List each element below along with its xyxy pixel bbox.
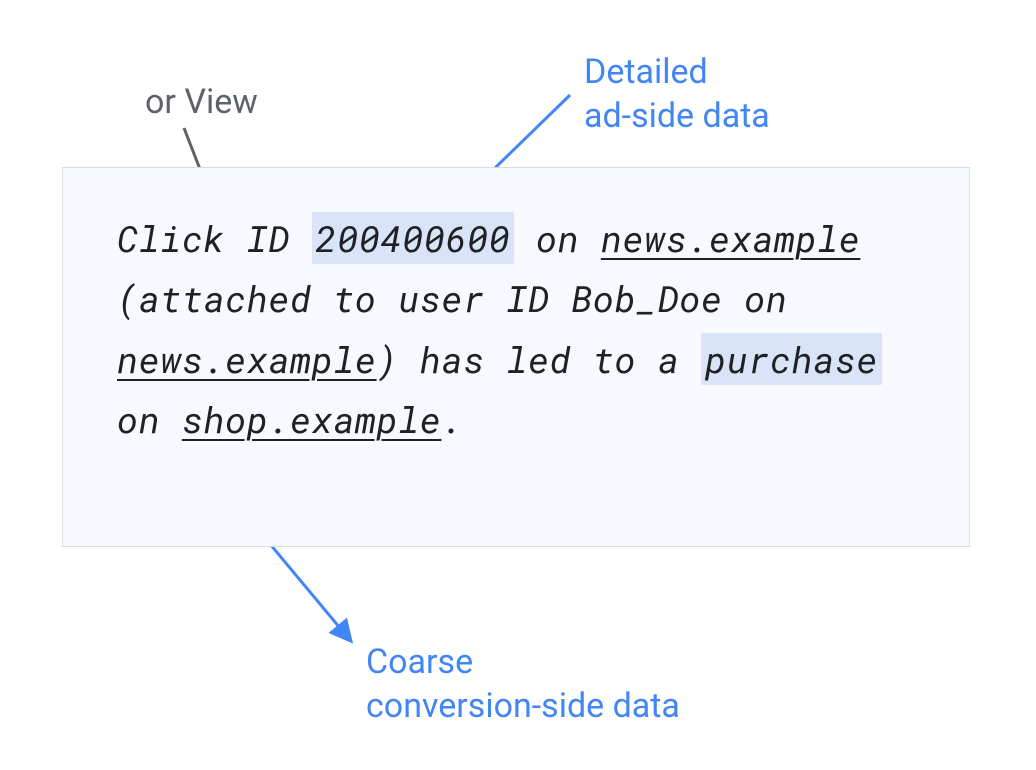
text-fragment: Click ID bbox=[117, 214, 312, 262]
link-shop-example: shop.example bbox=[182, 395, 442, 443]
highlight-click-id: 200400600 bbox=[312, 212, 515, 264]
example-box: Click ID 200400600 on news.example (atta… bbox=[62, 167, 970, 547]
example-text: Click ID 200400600 on news.example (atta… bbox=[117, 208, 925, 450]
annotation-line: Coarse bbox=[366, 642, 473, 682]
annotation-coarse-conversion-side: Coarse conversion-side data bbox=[366, 640, 680, 728]
annotation-line: conversion-side data bbox=[366, 686, 680, 726]
text-fragment: ) has led to a bbox=[377, 335, 701, 383]
link-news-example-b: news.example bbox=[117, 335, 377, 383]
text-fragment: on bbox=[514, 214, 601, 262]
annotation-or-view: or View bbox=[145, 80, 258, 124]
text-fragment: on bbox=[117, 395, 182, 443]
link-news-example: news.example bbox=[601, 214, 861, 262]
text-fragment: (attached to user ID Bob_Doe on bbox=[117, 274, 788, 322]
annotation-detailed-ad-side: Detailed ad-side data bbox=[584, 50, 770, 138]
annotation-line: ad-side data bbox=[584, 96, 770, 136]
text-fragment: . bbox=[441, 395, 463, 443]
highlight-purchase: purchase bbox=[701, 333, 882, 385]
annotation-line: Detailed bbox=[584, 52, 708, 92]
